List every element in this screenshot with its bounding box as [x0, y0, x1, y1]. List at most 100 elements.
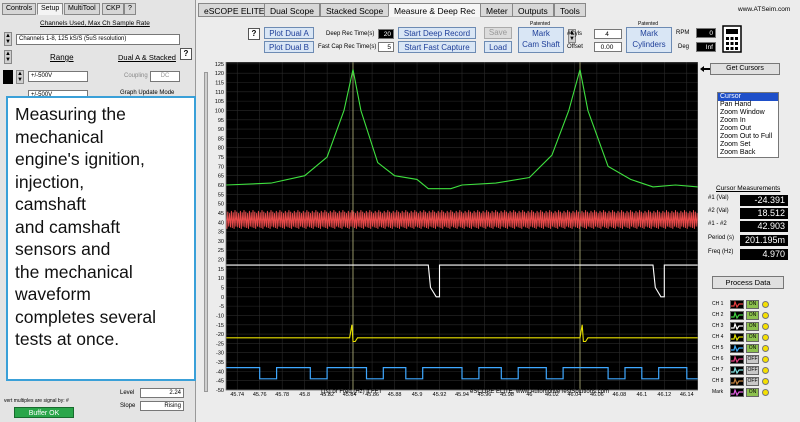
- range1-select[interactable]: +/-500V: [28, 71, 88, 82]
- caption-line: tests at once.: [15, 329, 120, 349]
- caption-line: injection,: [15, 171, 85, 192]
- mark-cyl-line1: Mark: [640, 29, 658, 38]
- offset-field[interactable]: 0.00: [594, 42, 622, 52]
- channel-color-swatch[interactable]: [730, 311, 744, 320]
- range1-stepper[interactable]: ▲ ▼: [16, 70, 24, 84]
- coupling-select[interactable]: DC: [150, 71, 180, 82]
- measurement-label: Freq (Hz): [708, 249, 734, 255]
- tab-ckp[interactable]: CKP: [102, 3, 125, 15]
- channel-toggle[interactable]: ON: [746, 388, 759, 397]
- channel-color-swatch[interactable]: [730, 366, 744, 375]
- coupling-label: Coupling: [124, 73, 148, 79]
- process-data-button[interactable]: Process Data: [712, 276, 784, 289]
- channel-toggle[interactable]: ON: [746, 333, 759, 342]
- plot-dual-b-button[interactable]: Plot Dual B: [264, 41, 314, 53]
- channel-toggle[interactable]: OFF: [746, 377, 759, 386]
- measurement-value: 42.903: [740, 221, 788, 232]
- menu-item-zoom-out-full[interactable]: Zoom Out to Full: [718, 133, 778, 141]
- calculator-icon[interactable]: [722, 25, 742, 53]
- rpm-label: RPM: [676, 30, 690, 36]
- x-tick-label: 46.12: [657, 392, 671, 398]
- channel-toggle[interactable]: ON: [746, 311, 759, 320]
- measurement-row: #2 (Val) 18.512: [708, 208, 792, 219]
- channel-toggle[interactable]: ON: [746, 300, 759, 309]
- channel-toggle[interactable]: OFF: [746, 366, 759, 375]
- channels-select[interactable]: Channels 1-8, 125 kS/S (5uS resolution): [16, 34, 180, 45]
- menu-item-zoom-in[interactable]: Zoom In: [718, 117, 778, 125]
- menu-item-zoom-set[interactable]: Zoom Set: [718, 141, 778, 149]
- cyls-field[interactable]: 4: [594, 29, 622, 39]
- tool-menu[interactable]: Cursor Pan Hand Zoom Window Zoom In Zoom…: [717, 92, 779, 158]
- tab-measure-deep-rec[interactable]: Measure & Deep Rec: [388, 3, 482, 17]
- x-tick-label: 45.92: [433, 392, 447, 398]
- menu-item-zoom-back[interactable]: Zoom Back: [718, 149, 778, 157]
- x-tick-label: 46.14: [680, 392, 694, 398]
- tab-stacked-scope[interactable]: Stacked Scope: [320, 3, 390, 17]
- process-data-label: Process Data: [725, 278, 771, 287]
- waveform-plot[interactable]: 125 120 115 110 105 100 95 90 85 80 75 70 65 60 55 50 45…: [210, 61, 699, 402]
- tab-controls[interactable]: Controls: [2, 3, 37, 15]
- measurement-row: Freq (Hz) 4.970: [708, 249, 792, 260]
- channel-color-swatch[interactable]: [730, 300, 744, 309]
- y-tick-label: 115: [215, 81, 224, 87]
- y-tick-label: 0: [221, 295, 224, 301]
- caption-line: and camshaft: [15, 216, 121, 237]
- load-button[interactable]: Load: [484, 41, 512, 53]
- channel-label: CH 2: [712, 312, 724, 318]
- y-tick-label: 95: [218, 118, 224, 124]
- y-tick-label: 45: [218, 211, 224, 217]
- range-label: Range: [50, 53, 74, 62]
- help-button-plot[interactable]: ?: [248, 28, 260, 40]
- tab-help[interactable]: ?: [124, 3, 136, 15]
- measurement-label: #1 (Val): [708, 195, 729, 201]
- channel-color-swatch[interactable]: [730, 344, 744, 353]
- tab-setup[interactable]: Setup: [37, 3, 64, 15]
- tab-meter[interactable]: Meter: [480, 3, 514, 17]
- get-cursors-button[interactable]: Get Cursors: [710, 63, 780, 75]
- y-tick-label: 85: [218, 136, 224, 142]
- menu-item-cursor[interactable]: Cursor: [718, 93, 778, 101]
- cyls-label: #Cyls: [567, 31, 583, 37]
- start-fast-capture-button[interactable]: Start Fast Capture: [398, 41, 476, 53]
- deep-rec-field[interactable]: 20: [378, 29, 394, 39]
- channel-color-swatch[interactable]: [730, 388, 744, 397]
- menu-item-zoom-window[interactable]: Zoom Window: [718, 109, 778, 117]
- channel-color-swatch[interactable]: [730, 322, 744, 331]
- get-cursors-label: Get Cursors: [726, 65, 764, 72]
- channel-label: CH 7: [712, 367, 724, 373]
- tab-multitool[interactable]: MultiTool: [64, 3, 100, 15]
- menu-item-pan-hand[interactable]: Pan Hand: [718, 101, 778, 109]
- range-stepper[interactable]: ▲ ▼: [4, 50, 12, 64]
- y-tick-label: -10: [216, 313, 224, 319]
- tab-dual-scope[interactable]: Dual Scope: [264, 3, 320, 17]
- channel-toggle[interactable]: ON: [746, 322, 759, 331]
- waveform-chart[interactable]: 1251201151101051009590858075706560555045…: [210, 61, 699, 402]
- channel-color-swatch[interactable]: [730, 377, 744, 386]
- channel-toggle[interactable]: ON: [746, 344, 759, 353]
- level-field[interactable]: 2.24: [140, 388, 184, 398]
- plot-dual-a-button[interactable]: Plot Dual A: [264, 27, 314, 39]
- caption-line: sensors and: [15, 239, 111, 259]
- vertical-scrollbar[interactable]: [204, 72, 208, 392]
- y-tick-label: -40: [216, 369, 224, 375]
- y-tick-label: 60: [218, 183, 224, 189]
- tab-escope-elite[interactable]: eSCOPE ELITE: [198, 3, 271, 17]
- fast-cap-field[interactable]: 5: [378, 42, 394, 52]
- menu-item-zoom-out[interactable]: Zoom Out: [718, 125, 778, 133]
- start-deep-record-button[interactable]: Start Deep Record: [398, 27, 476, 39]
- cursor-measurements-title: Cursor Measurements: [716, 185, 781, 192]
- channel-color-swatch[interactable]: [730, 333, 744, 342]
- help-button-range[interactable]: ?: [180, 48, 192, 60]
- channel-color-swatch[interactable]: [730, 355, 744, 364]
- slope-select[interactable]: Rising: [140, 401, 184, 411]
- channels-stepper[interactable]: ▲ ▼: [4, 32, 12, 46]
- channel-led-icon: [762, 356, 769, 363]
- channel-toggle[interactable]: OFF: [746, 355, 759, 364]
- save-button[interactable]: Save: [484, 27, 512, 39]
- mark-cylinders-button[interactable]: Mark Cylinders: [626, 27, 672, 53]
- tab-tools[interactable]: Tools: [554, 3, 586, 17]
- caption-line: camshaft: [15, 194, 86, 214]
- y-tick-label: -5: [219, 304, 224, 310]
- mark-cam-shaft-button[interactable]: Mark Cam Shaft: [518, 27, 564, 53]
- tab-outputs[interactable]: Outputs: [512, 3, 554, 17]
